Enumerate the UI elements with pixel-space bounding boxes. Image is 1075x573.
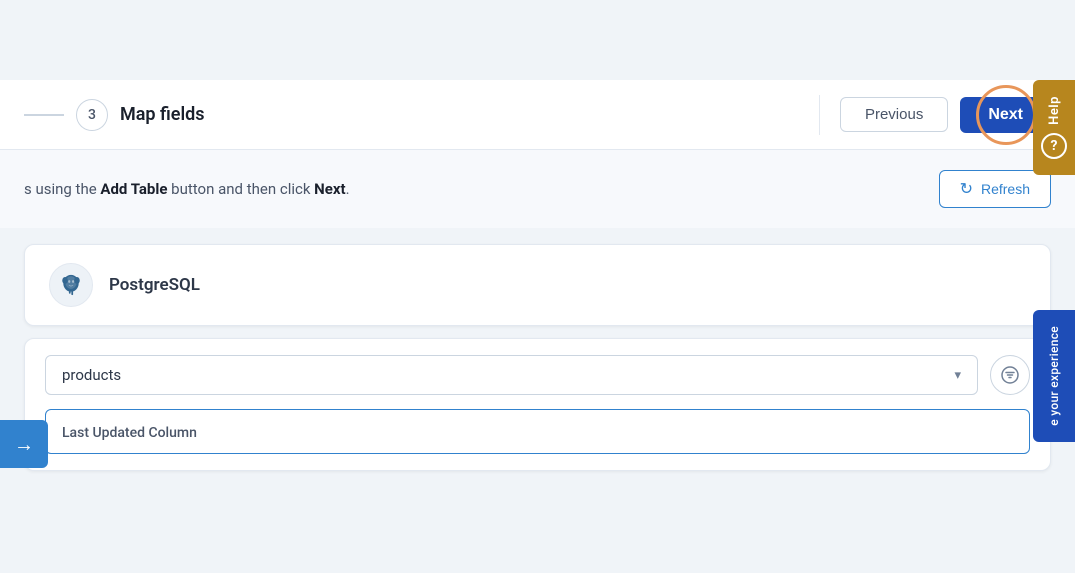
step-indicator: 3 Map fields — [24, 99, 799, 131]
refresh-icon: ↻ — [960, 179, 973, 199]
header-divider — [819, 95, 820, 135]
column-label: Last Updated Column — [62, 425, 197, 441]
instruction-text: s using the Add Table button and then cl… — [24, 180, 350, 198]
refresh-button[interactable]: ↻ Refresh — [939, 170, 1051, 208]
arrow-right-icon: → — [14, 432, 34, 457]
instruction-bar: s using the Add Table button and then cl… — [0, 150, 1075, 228]
database-name: PostgreSQL — [109, 275, 200, 295]
dropdown-chevron-icon: ▾ — [954, 368, 961, 383]
help-label: Help — [1047, 96, 1062, 125]
filter-icon — [1001, 366, 1019, 384]
top-bar — [0, 0, 1075, 80]
main-content: s using the Add Table button and then cl… — [0, 150, 1075, 487]
step-line — [24, 114, 64, 116]
help-icon: ? — [1041, 133, 1067, 159]
filter-button[interactable] — [990, 355, 1030, 395]
step-title: Map fields — [120, 104, 205, 125]
nav-buttons: Previous Next — [840, 97, 1051, 133]
db-icon-wrapper — [49, 263, 93, 307]
header-row: 3 Map fields Previous Next — [0, 80, 1075, 150]
experience-label: e your experience — [1047, 326, 1061, 426]
cards-area: PostgreSQL products ▾ Last Updated Colum… — [0, 228, 1075, 487]
table-selector-row: products ▾ — [45, 355, 1030, 395]
experience-panel[interactable]: e your experience — [1033, 310, 1075, 442]
left-arrow-button[interactable]: → — [0, 420, 48, 468]
help-panel[interactable]: Help ? — [1033, 80, 1075, 175]
postgresql-icon — [57, 271, 85, 299]
previous-button[interactable]: Previous — [840, 97, 948, 132]
table-dropdown[interactable]: products ▾ — [45, 355, 978, 395]
table-card: products ▾ Last Updated Column — [24, 338, 1051, 471]
step-number: 3 — [76, 99, 108, 131]
database-card: PostgreSQL — [24, 244, 1051, 326]
column-section: Last Updated Column — [45, 409, 1030, 454]
